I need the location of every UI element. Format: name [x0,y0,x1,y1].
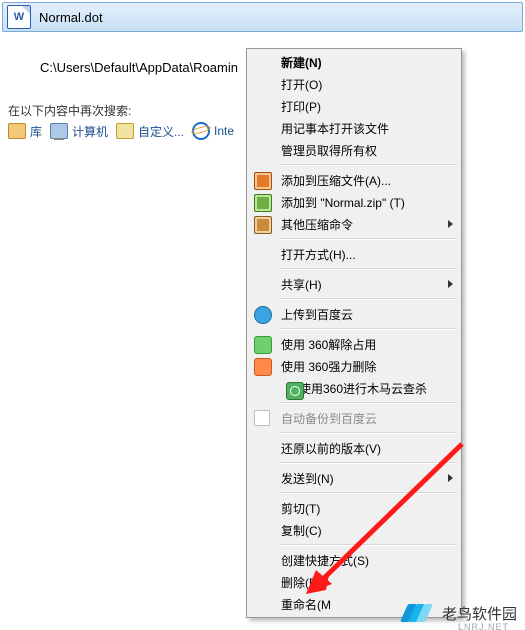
submenu-arrow-icon [448,474,453,482]
menu-item-admin-owner[interactable]: 管理员取得所有权 [249,139,459,161]
menu-separator [279,462,457,464]
word-template-icon: W [7,5,31,29]
internet-explorer-icon [192,122,210,140]
menu-item-360-scan[interactable]: 使用360进行木马云查杀 [249,377,459,399]
watermark-text: 老鸟软件园 [442,603,517,624]
menu-item-add-normal-zip[interactable]: 添加到 "Normal.zip" (T) [249,191,459,213]
archive-icon [254,194,272,212]
menu-separator [279,298,457,300]
menu-item-copy[interactable]: 复制(C) [249,519,459,541]
cloud-upload-icon [254,306,272,324]
scope-library[interactable]: 库 [8,123,42,140]
menu-item-open-with[interactable]: 打开方式(H)... [249,243,459,265]
library-icon [8,123,26,139]
menu-separator [279,492,457,494]
menu-item-open-notepad[interactable]: 用记事本打开该文件 [249,117,459,139]
watermark: 老鸟软件园 LNRJ.NET [404,603,517,624]
menu-item-360-force-delete[interactable]: 使用 360强力删除 [249,355,459,377]
menu-item-share[interactable]: 共享(H) [249,273,459,295]
search-again-label: 在以下内容中再次搜索: [8,102,131,119]
menu-item-open[interactable]: 打开(O) [249,73,459,95]
watermark-subtext: LNRJ.NET [458,622,509,630]
scope-custom[interactable]: 自定义... [116,123,184,140]
force-delete-icon [254,358,272,376]
scope-label: 计算机 [72,123,108,140]
folder-icon [116,123,134,139]
checkbox-icon [254,410,270,426]
menu-separator [279,328,457,330]
virus-scan-icon [286,382,304,400]
submenu-arrow-icon [448,220,453,228]
scope-label: 库 [30,123,42,140]
menu-separator [279,268,457,270]
menu-item-auto-backup: 自动备份到百度云 [249,407,459,429]
menu-item-send-to[interactable]: 发送到(N) [249,467,459,489]
menu-separator [279,544,457,546]
computer-icon [50,123,68,139]
scope-label: Inte [214,124,234,138]
context-menu: 新建(N) 打开(O) 打印(P) 用记事本打开该文件 管理员取得所有权 添加到… [246,48,462,618]
archive-icon [254,216,272,234]
search-result-file[interactable]: W Normal.dot [2,2,523,32]
file-name-label: Normal.dot [39,10,103,25]
scope-internet[interactable]: Inte [192,122,234,140]
menu-item-360-unlock[interactable]: 使用 360解除占用 [249,333,459,355]
scope-computer[interactable]: 计算机 [50,123,108,140]
menu-separator [279,402,457,404]
menu-item-upload-baidu[interactable]: 上传到百度云 [249,303,459,325]
archive-icon [254,172,272,190]
search-scope-toolbar: 库 计算机 自定义... Inte [8,122,234,140]
menu-item-other-compress[interactable]: 其他压缩命令 [249,213,459,235]
menu-item-delete[interactable]: 删除(D) [249,571,459,593]
menu-item-print[interactable]: 打印(P) [249,95,459,117]
scope-label: 自定义... [138,123,184,140]
menu-item-cut[interactable]: 剪切(T) [249,497,459,519]
menu-item-create-shortcut[interactable]: 创建快捷方式(S) [249,549,459,571]
menu-item-add-archive[interactable]: 添加到压缩文件(A)... [249,169,459,191]
menu-item-new[interactable]: 新建(N) [249,51,459,73]
menu-separator [279,432,457,434]
menu-separator [279,164,457,166]
menu-separator [279,238,457,240]
watermark-logo-icon [404,604,438,624]
unlock-icon [254,336,272,354]
menu-item-restore-previous[interactable]: 还原以前的版本(V) [249,437,459,459]
submenu-arrow-icon [448,280,453,288]
file-path-label: C:\Users\Default\AppData\Roamin [40,60,238,75]
